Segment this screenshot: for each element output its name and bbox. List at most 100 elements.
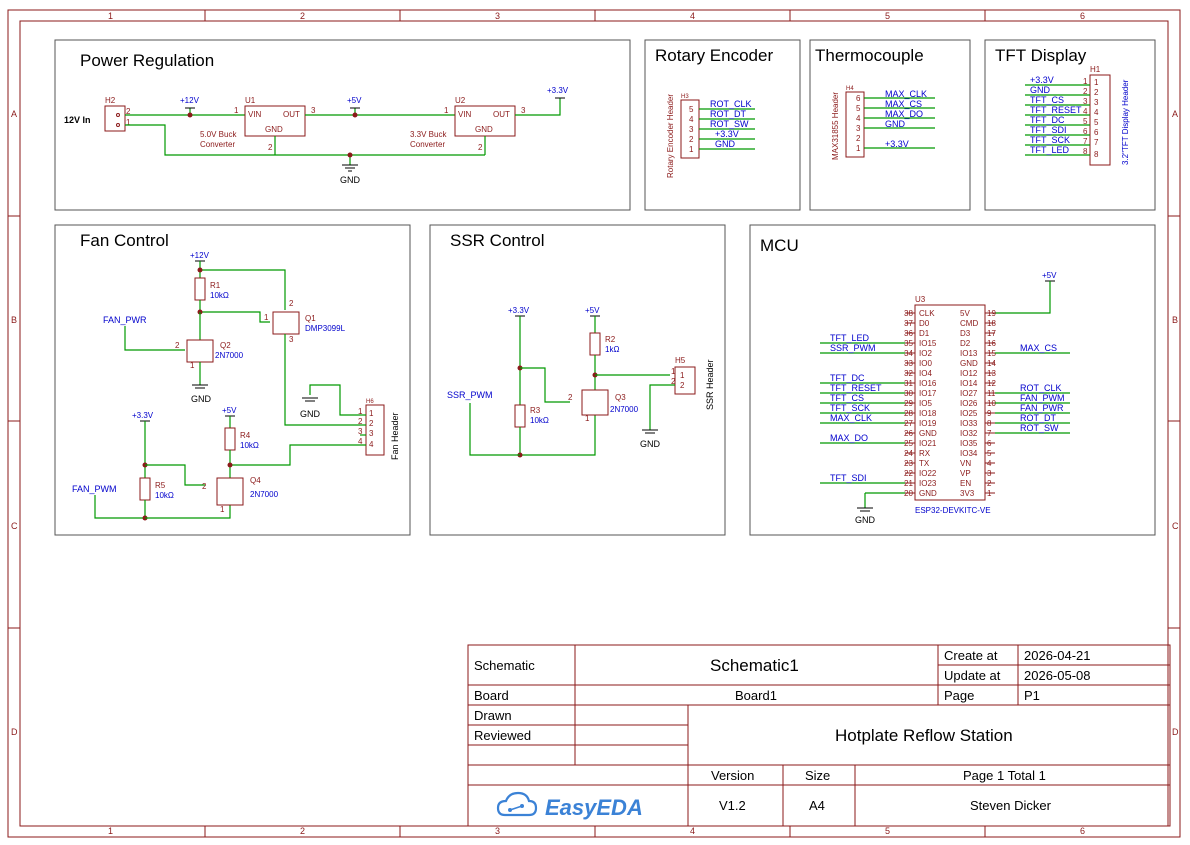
tft-circuit: H1 3.2"TFT Display Header 1 2 3 4 5 6 7 … — [1025, 65, 1130, 166]
col-label: 2 — [300, 826, 305, 836]
col-label: 6 — [1080, 826, 1085, 836]
mcu-pin-name: IO2 — [919, 349, 932, 358]
svg-text:GND: GND — [1030, 85, 1051, 95]
svg-text:Schematic1: Schematic1 — [710, 656, 799, 675]
svg-text:5: 5 — [689, 105, 694, 114]
ssr-title: SSR Control — [450, 231, 544, 250]
h2-ref: H2 — [105, 96, 116, 105]
svg-text:2: 2 — [289, 299, 294, 308]
svg-text:H5: H5 — [675, 356, 686, 365]
svg-text:FAN_PWR: FAN_PWR — [103, 315, 147, 325]
tft-title: TFT Display — [995, 46, 1087, 65]
mcu-net-label: SSR_PWM — [830, 343, 876, 353]
mcu-pin-number: 24 — [904, 449, 913, 458]
svg-text:VIN: VIN — [248, 110, 262, 119]
mcu-pin-name: IO34 — [960, 449, 978, 458]
mcu-pin-name: CLK — [919, 309, 935, 318]
mcu-pin-number: 35 — [904, 339, 913, 348]
mcu-net-label: FAN_PWM — [1020, 393, 1065, 403]
svg-text:MAX_CS: MAX_CS — [885, 99, 922, 109]
svg-text:+5V: +5V — [585, 306, 600, 315]
mcu-pin-name: IO27 — [960, 389, 978, 398]
svg-text:SSR_PWM: SSR_PWM — [447, 390, 493, 400]
mcu-pin-number: 17 — [987, 329, 996, 338]
mcu-net-label: TFT_LED — [830, 333, 870, 343]
svg-text:4: 4 — [369, 440, 374, 449]
svg-text:Rotary Encoder Header: Rotary Encoder Header — [666, 94, 675, 178]
svg-text:1: 1 — [264, 313, 269, 322]
svg-text:GND: GND — [715, 139, 736, 149]
svg-text:+3.3V: +3.3V — [715, 129, 739, 139]
svg-text:+5V: +5V — [1042, 271, 1057, 280]
svg-text:2: 2 — [1094, 88, 1099, 97]
mcu-pin-number: 19 — [987, 309, 996, 318]
svg-text:1: 1 — [369, 409, 374, 418]
svg-text:Update at: Update at — [944, 668, 1001, 683]
mcu-pin-name: IO17 — [919, 389, 937, 398]
h2-connector — [104, 105, 126, 132]
mcu-pin-number: 4 — [987, 459, 992, 468]
mcu-pin-name: IO32 — [960, 429, 978, 438]
svg-text:3: 3 — [856, 124, 861, 133]
mcu-net-label: ROT_DT — [1020, 413, 1057, 423]
col-label: 2 — [300, 11, 305, 21]
mcu-pin-number: 6 — [987, 439, 992, 448]
power-circuit: H2 12V In 2 1 +12V U1 VIN OUT GND 1 3 5.0V… — [64, 86, 569, 185]
svg-text:R4: R4 — [240, 431, 251, 440]
mcu-pin-name: IO13 — [960, 349, 978, 358]
svg-text:10kΩ: 10kΩ — [240, 441, 259, 450]
svg-text:Fan Header: Fan Header — [390, 412, 400, 460]
mcu-pin-number: 30 — [904, 389, 913, 398]
svg-text:1: 1 — [126, 118, 131, 127]
svg-text:+12V: +12V — [190, 251, 210, 260]
svg-text:3: 3 — [521, 106, 526, 115]
svg-text:Q1: Q1 — [305, 314, 316, 323]
mcu-pin-number: 26 — [904, 429, 913, 438]
svg-text:+3.3V: +3.3V — [885, 139, 909, 149]
row-label: D — [11, 727, 18, 737]
easyeda-logo: EasyEDA — [496, 791, 643, 820]
mcu-net-label: TFT_DC — [830, 373, 865, 383]
mcu-pin-name: TX — [919, 459, 930, 468]
mcu-pin-number: 21 — [904, 479, 913, 488]
svg-text:H4: H4 — [846, 86, 854, 92]
svg-text:1: 1 — [444, 106, 449, 115]
svg-text:GND: GND — [885, 119, 906, 129]
mcu-net-label: MAX_DO — [830, 433, 868, 443]
p5-label: +5V — [347, 96, 362, 105]
svg-text:R1: R1 — [210, 281, 221, 290]
svg-text:H1: H1 — [1090, 65, 1101, 74]
svg-text:Size: Size — [805, 768, 830, 783]
mcu-pin-name: VP — [960, 469, 971, 478]
mcu-pin-number: 29 — [904, 399, 913, 408]
svg-text:2: 2 — [369, 419, 374, 428]
svg-text:R5: R5 — [155, 481, 166, 490]
svg-text:GND: GND — [300, 409, 321, 419]
mcu-pin-number: 13 — [987, 369, 996, 378]
svg-text:2026-04-21: 2026-04-21 — [1024, 648, 1091, 663]
mcu-pin-number: 31 — [904, 379, 913, 388]
svg-text:6: 6 — [1094, 128, 1099, 137]
svg-text:4: 4 — [1094, 108, 1099, 117]
mcu-pin-number: 32 — [904, 369, 913, 378]
thermo-circuit: MAX31855 Header H4 6 5 4 3 2 1 MAX_CLK M… — [831, 86, 935, 160]
col-label: 6 — [1080, 11, 1085, 21]
svg-text:3.3V Buck: 3.3V Buck — [410, 130, 447, 139]
svg-text:Version: Version — [711, 768, 754, 783]
svg-text:ROT_DT: ROT_DT — [710, 109, 747, 119]
row-label: B — [1172, 315, 1178, 325]
row-label: A — [11, 109, 17, 119]
mcu-pin-name: D2 — [960, 339, 971, 348]
mcu-pin-name: IO4 — [919, 369, 932, 378]
schematic-sheet: 1 2 3 4 5 6 1 2 3 4 5 6 A B C D A B C D … — [7, 9, 1181, 838]
fan-circuit: +12V R1 10kΩ Q1 DMP3099L 123 FAN_PWR Q2 … — [72, 251, 400, 521]
svg-text:2: 2 — [680, 381, 685, 390]
svg-text:ROT_SW: ROT_SW — [710, 119, 749, 129]
svg-text:MAX_CLK: MAX_CLK — [885, 89, 927, 99]
svg-text:1: 1 — [585, 414, 590, 423]
mcu-pin-name: D1 — [919, 329, 930, 338]
svg-text:+3.3V: +3.3V — [132, 411, 154, 420]
svg-text:1: 1 — [1094, 78, 1099, 87]
svg-text:Page 1 Total 1: Page 1 Total 1 — [963, 768, 1046, 783]
svg-text:Hotplate Reflow Station: Hotplate Reflow Station — [835, 726, 1013, 745]
